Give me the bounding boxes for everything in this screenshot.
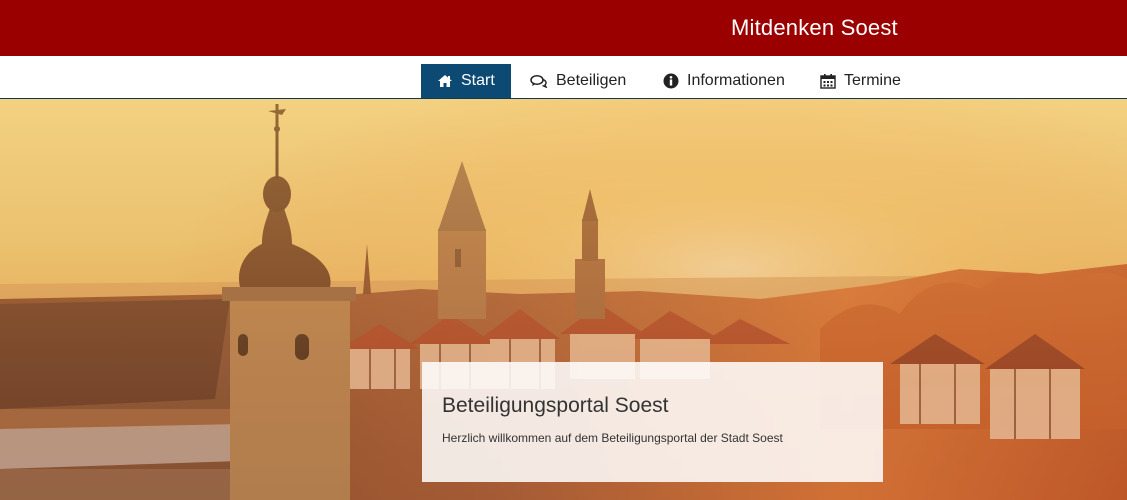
nav-item-label: Start	[461, 72, 495, 89]
nav-item-label: Termine	[844, 72, 901, 89]
nav-item-start[interactable]: Start	[421, 64, 511, 98]
nav-item-termine[interactable]: Termine	[820, 64, 901, 98]
nav-item-beteiligen[interactable]: Beteiligen	[530, 64, 626, 98]
comments-icon	[530, 74, 548, 88]
hero-banner: Beteiligungsportal Soest Herzlich willko…	[0, 99, 1127, 500]
nav-item-label: Beteiligen	[556, 72, 627, 89]
site-title[interactable]: Mitdenken Soest	[731, 15, 898, 41]
nav-item-informationen[interactable]: Informationen	[663, 64, 785, 98]
calendar-icon	[820, 73, 836, 89]
main-navigation: Start Beteiligen Informationen Termine	[0, 56, 1127, 99]
welcome-text: Herzlich willkommen auf dem Beteiligungs…	[442, 431, 783, 445]
nav-item-label: Informationen	[687, 72, 785, 89]
welcome-card: Beteiligungsportal Soest Herzlich willko…	[422, 362, 883, 482]
welcome-title: Beteiligungsportal Soest	[442, 394, 669, 417]
home-icon	[437, 74, 453, 88]
info-icon	[663, 73, 679, 89]
site-header: Mitdenken Soest	[0, 0, 1127, 56]
